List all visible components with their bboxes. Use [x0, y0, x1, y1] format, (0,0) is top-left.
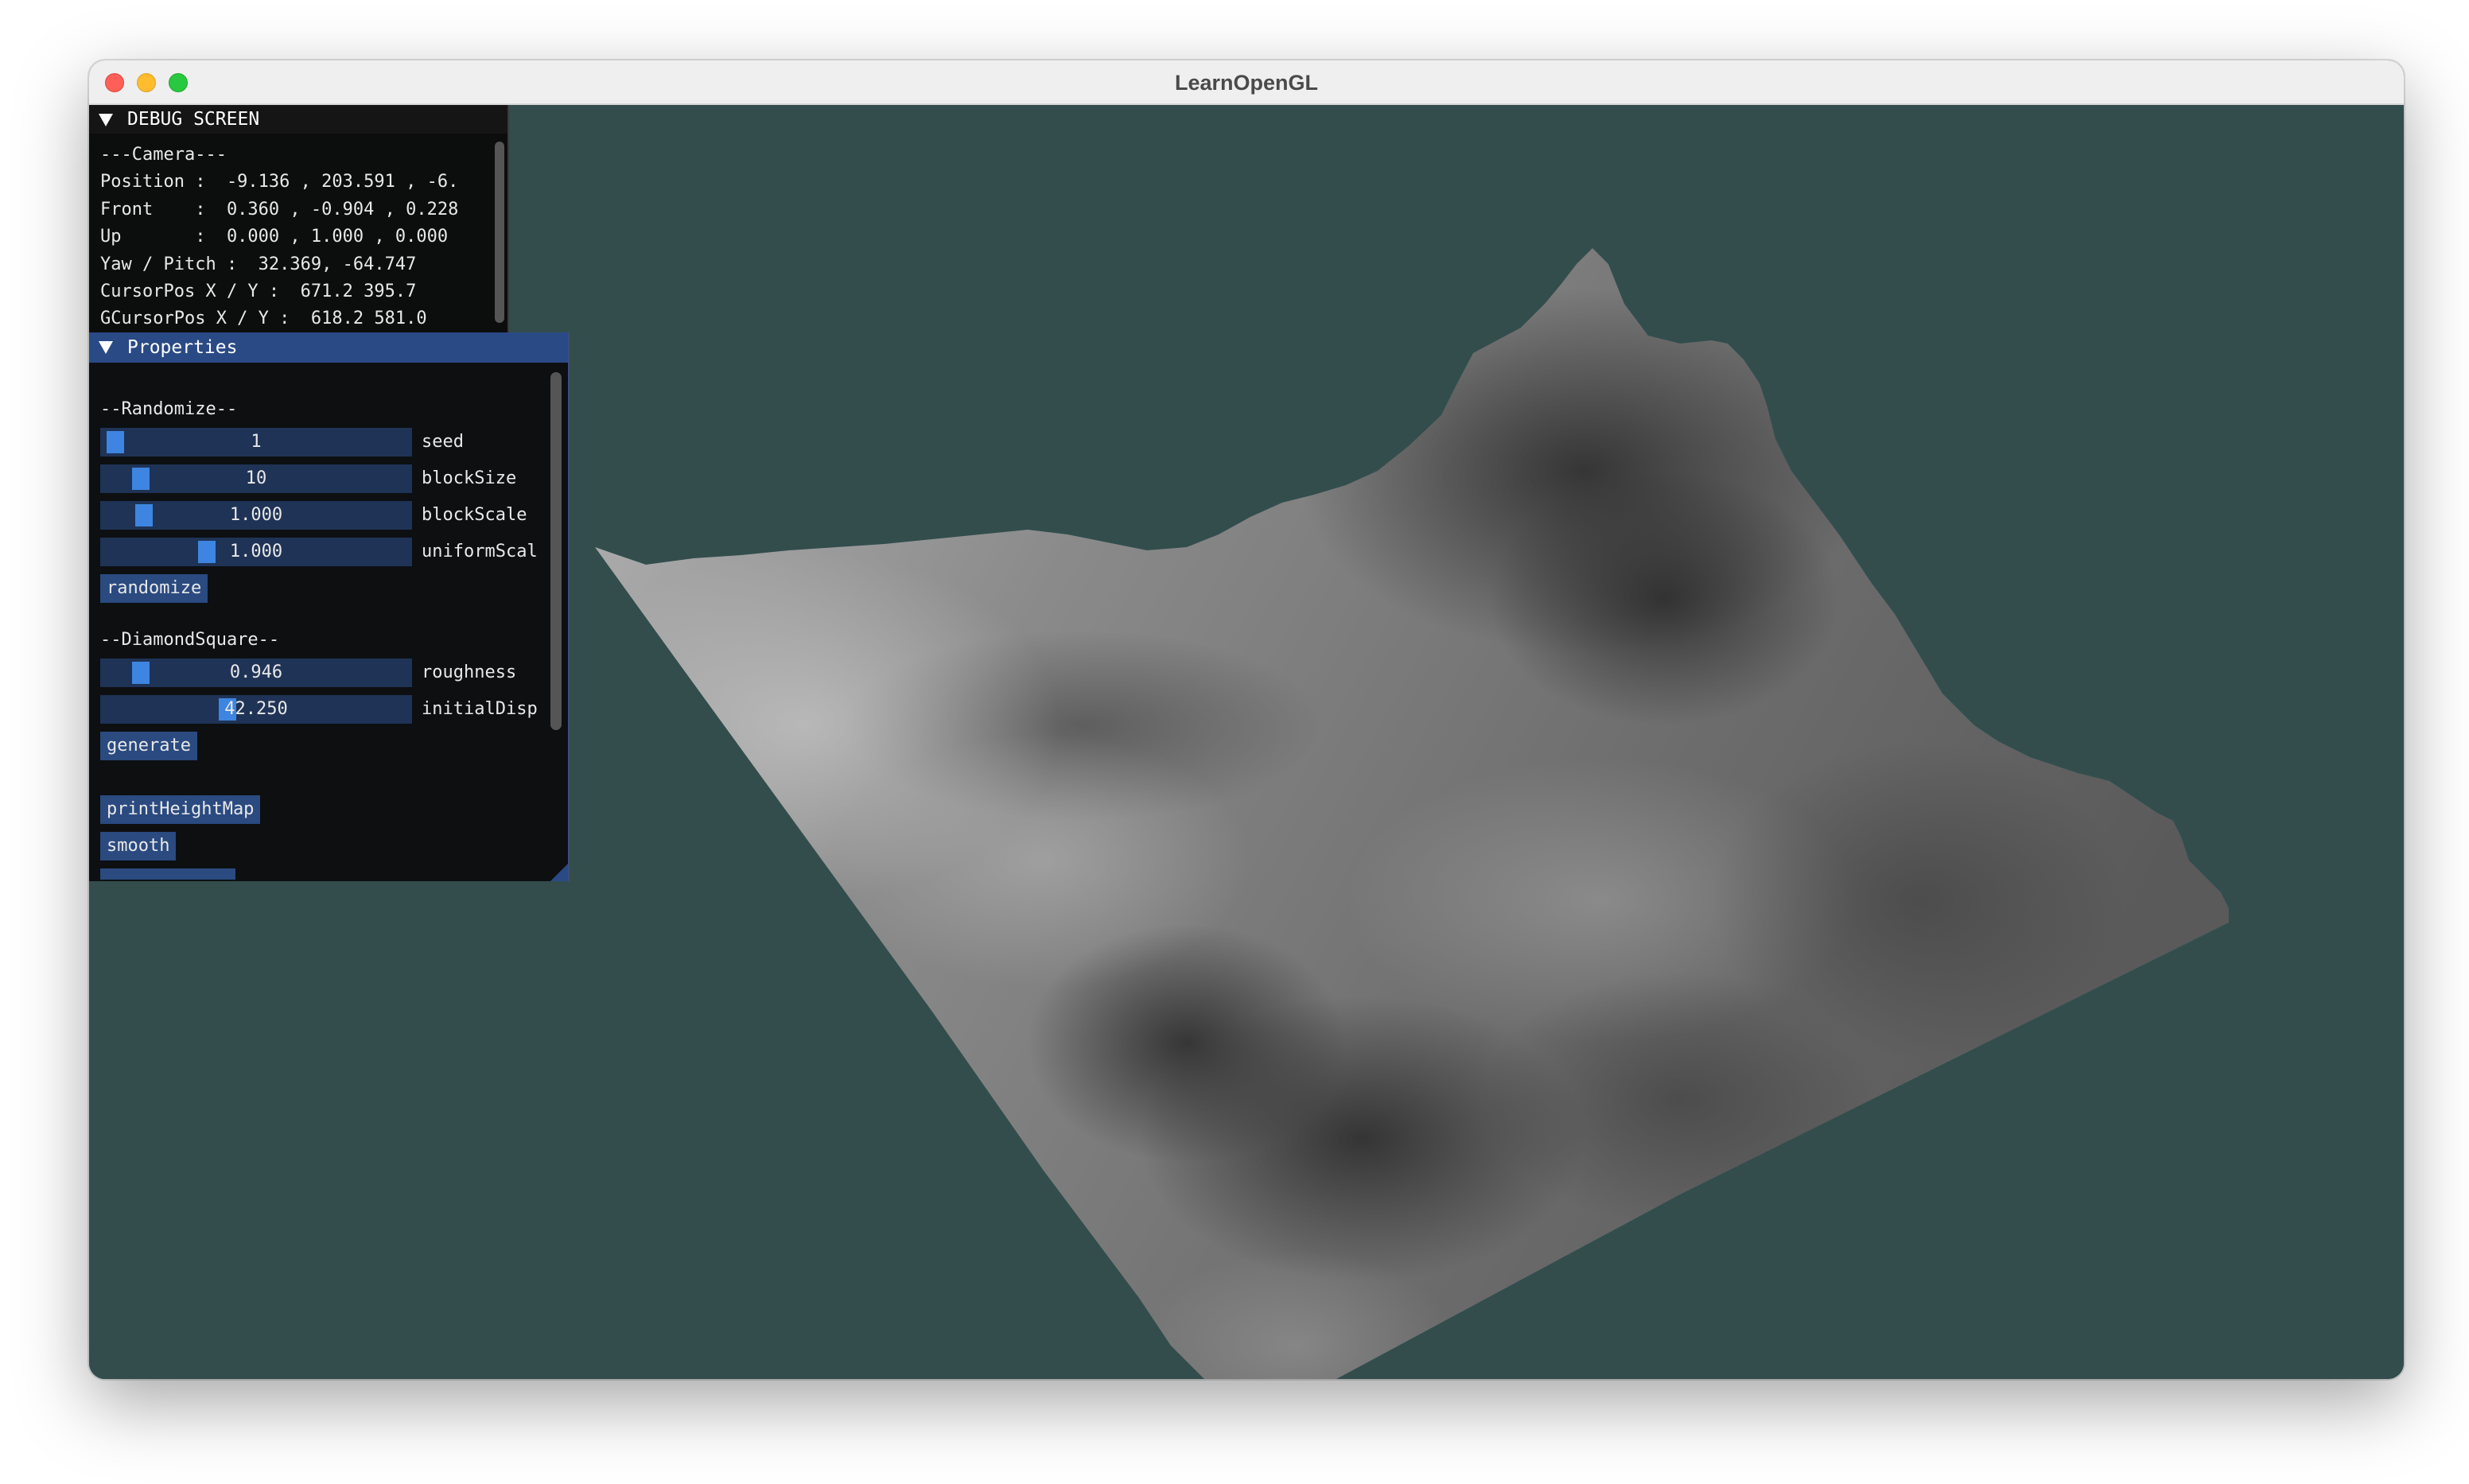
properties-panel-title: Properties [127, 337, 238, 358]
title-bar: LearnOpenGL [89, 60, 2404, 105]
blockSize-slider[interactable]: 10 [100, 464, 412, 493]
blockSize-label: blockSize [422, 468, 517, 488]
camera-front: Front : 0.360 , -0.904 , 0.228 [100, 199, 459, 219]
initialDisp-slider[interactable]: 42.250 [100, 695, 412, 724]
print-height-map-button[interactable]: printHeightMap [100, 795, 261, 824]
properties-panel: Properties --Randomize-- 1 seed 10 blockSiz… [89, 332, 570, 881]
window-title: LearnOpenGL [1174, 71, 1319, 95]
blockScale-value: 1.000 [229, 505, 283, 525]
seed-slider[interactable]: 1 [100, 428, 412, 456]
camera-position: Position : -9.136 , 203.591 , -6. [100, 172, 459, 192]
collapse-arrow-icon[interactable] [99, 114, 113, 126]
randomize-section-label: --Randomize-- [100, 399, 238, 419]
properties-scrollbar[interactable] [550, 372, 562, 730]
smooth-button[interactable]: smooth [100, 832, 177, 860]
slider-row-seed: 1 seed [100, 423, 568, 460]
slider-row-uniformScal: 1.000 uniformScal [100, 533, 568, 569]
opengl-viewport[interactable]: DEBUG SCREEN ---Camera--- Position : -9.… [89, 105, 2404, 1379]
resize-grip[interactable] [550, 864, 568, 881]
roughness-value: 0.946 [229, 662, 283, 682]
camera-yaw-pitch: Yaw / Pitch : 32.369, -64.747 [100, 254, 417, 274]
seed-value: 1 [251, 432, 262, 452]
camera-heading: ---Camera--- [100, 145, 227, 165]
randomize-button[interactable]: randomize [100, 574, 208, 603]
app-window: LearnOpenGL DEBUG SCREEN ---Camera--- Po… [89, 60, 2404, 1379]
roughness-label: roughness [422, 662, 517, 682]
debug-panel-header[interactable]: DEBUG SCREEN [89, 105, 507, 134]
uniformScal-value: 1.000 [229, 542, 283, 561]
uniformScal-label: uniformScal [422, 542, 538, 561]
debug-panel-title: DEBUG SCREEN [127, 109, 260, 130]
debug-scrollbar[interactable] [495, 142, 504, 323]
camera-up: Up : 0.000 , 1.000 , 0.000 [100, 227, 449, 247]
properties-panel-header[interactable]: Properties [89, 332, 568, 363]
initialDisp-label: initialDisp [422, 699, 538, 719]
slider-row-blockSize: 10 blockSize [100, 460, 568, 496]
partially-hidden-button[interactable] [100, 868, 235, 880]
blockScale-slider[interactable]: 1.000 [100, 501, 412, 530]
seed-label: seed [422, 432, 464, 452]
diamond-square-section-label: --DiamondSquare-- [100, 630, 280, 650]
cursor-pos: CursorPos X / Y : 671.2 395.7 [100, 281, 417, 301]
debug-screen-panel: DEBUG SCREEN ---Camera--- Position : -9.… [89, 105, 509, 334]
blockSize-value: 10 [245, 468, 267, 488]
roughness-slider[interactable]: 0.946 [100, 658, 412, 687]
global-cursor-pos: GCursorPos X / Y : 618.2 581.0 [100, 309, 427, 329]
slider-row-initialDisp: 42.250 initialDisp [100, 690, 568, 727]
blockScale-label: blockScale [422, 505, 527, 525]
collapse-arrow-icon[interactable] [99, 341, 113, 354]
slider-row-blockScale: 1.000 blockScale [100, 496, 568, 533]
initialDisp-value: 42.250 [224, 699, 288, 719]
camera-info: ---Camera--- Position : -9.136 , 203.591… [89, 134, 507, 333]
generate-button[interactable]: generate [100, 732, 197, 760]
uniformScal-slider[interactable]: 1.000 [100, 538, 412, 566]
slider-row-roughness: 0.946 roughness [100, 654, 568, 690]
